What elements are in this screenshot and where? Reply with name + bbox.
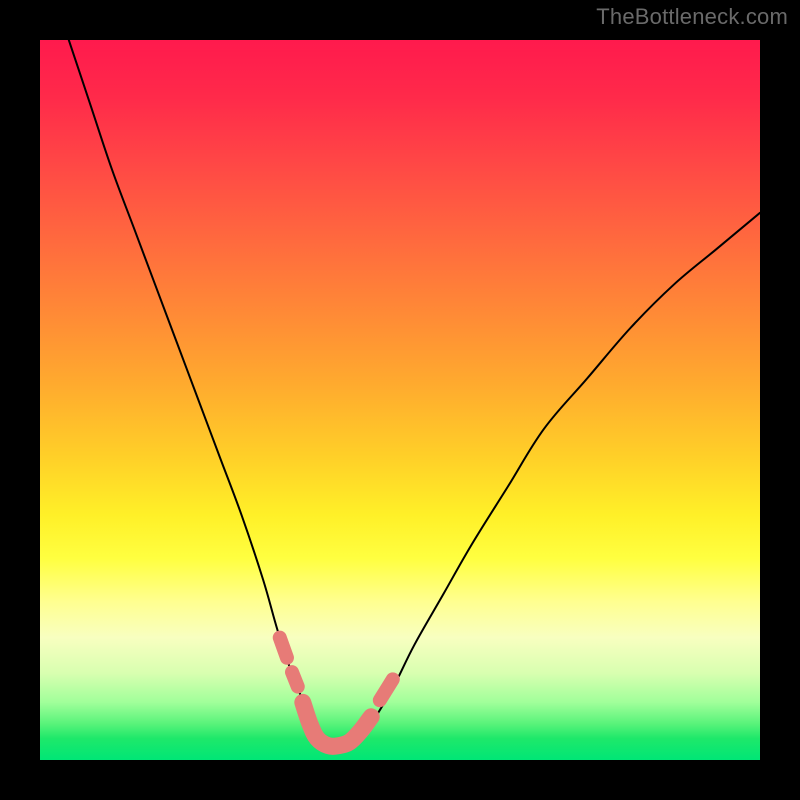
trough-bead-right-1 [380, 679, 393, 700]
trough-bead-left-2 [292, 672, 298, 686]
trough-segment-main [303, 702, 371, 746]
bottleneck-curve [40, 40, 760, 760]
trough-bead-left-1 [280, 638, 287, 658]
curve-right-branch [357, 213, 760, 746]
watermark-label: TheBottleneck.com [596, 4, 788, 30]
plot-area [40, 40, 760, 760]
chart-frame: TheBottleneck.com [0, 0, 800, 800]
